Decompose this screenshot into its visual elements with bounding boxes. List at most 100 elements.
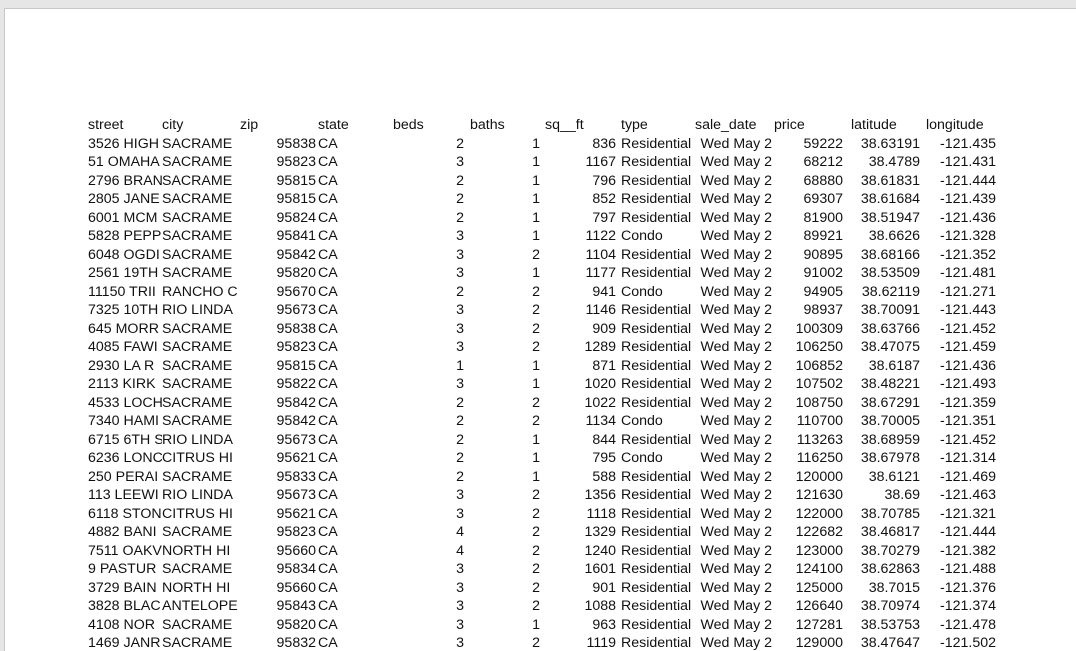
table-cell: 95842 — [276, 246, 316, 263]
table-cell: 38.63766 — [860, 320, 920, 337]
table-cell: 124100 — [795, 561, 843, 577]
table-cell: 95838 — [276, 135, 316, 152]
table-cell: 844 — [592, 431, 616, 448]
table-cell: 3729 BAIN — [88, 579, 157, 596]
table-cell: 38.48221 — [860, 376, 920, 392]
table-cell: 81900 — [803, 209, 843, 226]
table-cell: CA — [318, 542, 338, 559]
table-cell: 38.7015 — [868, 579, 920, 596]
table-cell: 4108 NOR — [88, 616, 156, 633]
table-cell: CITRUS HI — [162, 505, 233, 522]
table-cell: CA — [318, 283, 338, 300]
table-cell: 3 — [456, 505, 464, 522]
table-cell: 3 — [456, 579, 464, 596]
table-cell: 1 — [456, 357, 464, 374]
table-cell: 1118 — [586, 505, 616, 522]
table-cell: SACRAME — [162, 635, 233, 651]
table-cell: -121.469 — [939, 468, 996, 485]
table-cell: -121.481 — [939, 265, 996, 281]
table-cell: 38.46817 — [860, 524, 920, 540]
table-cell: 3526 HIGH — [88, 135, 159, 152]
table-cell: 4085 FAWI — [88, 339, 158, 355]
column-header: price — [774, 117, 805, 133]
table-cell: -121.459 — [939, 339, 996, 355]
table-cell: 2 — [456, 191, 464, 207]
table-cell: 4882 BANI — [88, 524, 157, 540]
table-cell: 89921 — [803, 228, 843, 244]
table-cell: 1 — [532, 154, 540, 170]
table-cell: CA — [318, 320, 338, 337]
table-cell: 38.70005 — [860, 413, 920, 429]
table-cell: 2 — [532, 487, 540, 503]
table-cell: 2561 19TH — [88, 265, 159, 281]
table-cell: 2 — [456, 450, 464, 466]
table-cell: 2 — [456, 135, 464, 152]
table-cell: 836 — [592, 135, 616, 152]
table-cell: Residential — [621, 431, 692, 448]
table-cell: CA — [318, 394, 338, 411]
column-header: sale_date — [695, 117, 757, 133]
table-cell: Wed May 2 — [700, 283, 773, 300]
table-cell: Residential — [621, 246, 692, 263]
table-cell: 2 — [532, 413, 540, 429]
table-cell: 1 — [532, 431, 540, 448]
table-cell: 1 — [532, 357, 540, 374]
table-cell: Wed May 2 — [700, 228, 773, 244]
table-cell: SACRAME — [162, 561, 233, 577]
table-cell: 1104 — [585, 246, 616, 263]
table-cell: 108750 — [795, 394, 843, 411]
table-cell: Residential — [621, 635, 692, 651]
table-cell: 129000 — [795, 635, 843, 651]
table-cell: 95842 — [276, 394, 316, 411]
table-cell: 95815 — [276, 357, 316, 374]
table-cell: ANTELOPE — [162, 598, 238, 614]
table-cell: 2 — [532, 246, 540, 263]
table-cell: 7325 10TH — [88, 302, 159, 318]
table-cell: CA — [318, 579, 338, 596]
table-cell: SACRAME — [162, 320, 233, 337]
table-cell: 95823 — [276, 524, 316, 540]
table-cell: 797 — [592, 209, 616, 226]
table-cell: 95820 — [276, 265, 316, 281]
table-cell: Wed May 2 — [700, 579, 773, 596]
column-header: state — [318, 117, 349, 133]
table-cell: Wed May 2 — [700, 339, 773, 355]
table-cell: 59222 — [803, 135, 843, 152]
table-cell: 38.62863 — [860, 561, 920, 577]
table-cell: 1 — [532, 191, 540, 207]
table-cell: -121.444 — [939, 524, 996, 540]
table-cell: 1 — [532, 228, 540, 244]
table-cell: CA — [318, 524, 338, 540]
table-cell: 121630 — [795, 487, 843, 503]
table-cell: -121.314 — [939, 450, 996, 466]
table-cell: 901 — [592, 579, 616, 596]
table-cell: Residential — [621, 376, 692, 392]
table-cell: CA — [318, 561, 338, 577]
table-cell: Residential — [621, 209, 692, 226]
table-cell: 1022 — [584, 394, 616, 411]
table-cell: 2 — [456, 468, 464, 485]
table-cell: SACRAME — [162, 265, 233, 281]
table-cell: -121.382 — [939, 542, 996, 559]
table-cell: 38.6121 — [868, 468, 920, 485]
table-cell: 90895 — [803, 246, 843, 263]
table-cell: CA — [318, 246, 338, 263]
table-cell: 3 — [456, 616, 464, 633]
table-cell: Residential — [621, 616, 692, 633]
table-cell: 38.70785 — [860, 505, 920, 522]
table-cell: 120000 — [795, 468, 843, 485]
table-cell: -121.436 — [939, 357, 996, 374]
table-cell: 127281 — [795, 616, 843, 633]
table-cell: 2930 LA R — [88, 357, 155, 374]
table-cell: 2 — [456, 209, 464, 226]
table-cell: Residential — [621, 135, 692, 152]
table-cell: 3 — [456, 376, 464, 392]
table-cell: Residential — [621, 487, 692, 503]
table-cell: CA — [318, 302, 338, 318]
table-cell: -121.478 — [939, 616, 996, 633]
table-cell: SACRAME — [162, 394, 233, 411]
table-cell: -121.488 — [939, 561, 996, 577]
table-cell: Residential — [621, 154, 692, 170]
table-cell: 3828 BLAC — [88, 598, 161, 614]
table-cell: 5828 PEPP — [88, 228, 162, 244]
